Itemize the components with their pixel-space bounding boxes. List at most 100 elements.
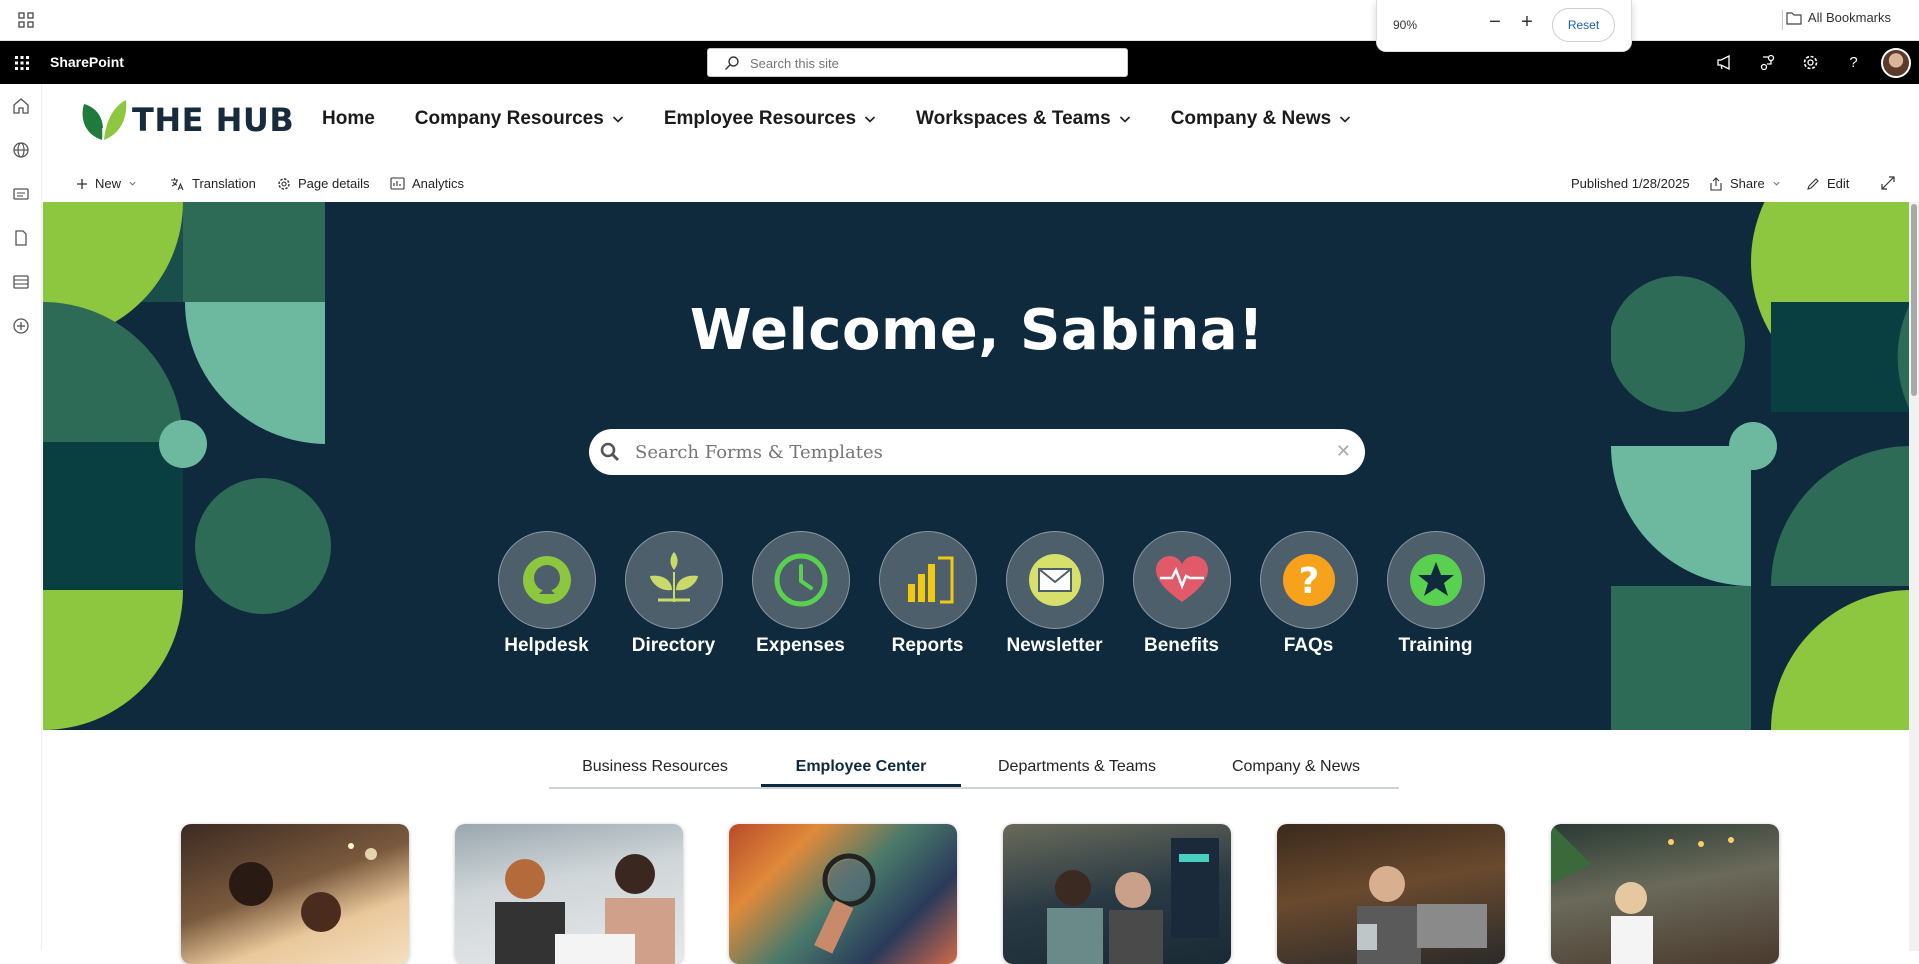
- zoom-out-button[interactable]: −: [1484, 12, 1506, 34]
- photo-people-icon: [1357, 866, 1487, 964]
- chevron-down-icon: [1119, 116, 1130, 123]
- globe-icon[interactable]: [12, 141, 30, 159]
- share-network-icon[interactable]: [1746, 41, 1789, 84]
- quick-link-training[interactable]: Training: [1372, 531, 1499, 657]
- page-scrollbar[interactable]: [1909, 202, 1919, 951]
- analytics-label: Analytics: [412, 176, 465, 191]
- sharepoint-title[interactable]: SharePoint: [50, 54, 124, 70]
- quick-link-expenses[interactable]: Expenses: [737, 531, 864, 657]
- helpdesk-icon: [497, 531, 596, 629]
- published-label: Published 1/28/2025: [1571, 176, 1690, 191]
- quick-link-faqs[interactable]: ? FAQs: [1245, 531, 1372, 657]
- page-details-label: Page details: [298, 176, 370, 191]
- resource-cards: [181, 824, 1779, 964]
- site-search-box[interactable]: [707, 48, 1128, 77]
- all-bookmarks-button[interactable]: All Bookmarks: [1786, 10, 1891, 25]
- clear-icon[interactable]: ✕: [1336, 441, 1351, 462]
- hero-decoration-right: [1611, 202, 1911, 730]
- page-details-button[interactable]: Page details: [277, 176, 370, 191]
- quick-link-newsletter[interactable]: Newsletter: [991, 531, 1118, 657]
- quick-link-label: FAQs: [1283, 635, 1334, 656]
- chevron-down-icon: [612, 116, 623, 123]
- edit-label: Edit: [1827, 176, 1850, 191]
- chevron-down-icon: [864, 116, 876, 123]
- chevron-down-icon: [1340, 116, 1351, 123]
- quick-link-label: Training: [1398, 635, 1473, 656]
- nav-item-workspaces-teams[interactable]: Workspaces & Teams: [916, 108, 1131, 130]
- new-button[interactable]: New: [76, 176, 137, 191]
- tab-employee-center[interactable]: Employee Center: [761, 755, 961, 787]
- site-logo[interactable]: THE HUB: [78, 98, 294, 142]
- photo-people-icon: [1551, 824, 1734, 964]
- avatar[interactable]: [1881, 47, 1911, 78]
- logo-text: THE HUB: [132, 101, 295, 139]
- tab-company-news[interactable]: Company & News: [1193, 755, 1399, 787]
- card-image-magnifier[interactable]: [729, 824, 957, 964]
- bookmarks-divider: [1782, 10, 1783, 30]
- command-bar: New Translation Page details Analytics P…: [42, 166, 1919, 204]
- card-image-study[interactable]: [455, 824, 683, 964]
- expand-icon: [1881, 176, 1895, 190]
- quick-links: Helpdesk Directory Expenses Reports Newslett…: [483, 531, 1499, 657]
- quick-link-label: Benefits: [1144, 635, 1219, 656]
- question-icon: ?: [1259, 531, 1358, 629]
- edit-button[interactable]: Edit: [1806, 176, 1849, 191]
- tab-business-resources[interactable]: Business Resources: [549, 755, 761, 787]
- card-image-meeting[interactable]: [1003, 824, 1231, 964]
- site-search-input[interactable]: [750, 53, 1110, 73]
- quick-link-benefits[interactable]: Benefits: [1118, 531, 1245, 657]
- search-icon: [725, 56, 739, 70]
- news-icon[interactable]: [12, 185, 30, 203]
- quick-link-label: Reports: [891, 635, 964, 656]
- zoom-in-button[interactable]: +: [1516, 12, 1538, 34]
- scrollbar-thumb[interactable]: [1911, 204, 1917, 396]
- help-icon[interactable]: ?: [1832, 41, 1875, 84]
- plus-icon: [77, 178, 87, 189]
- add-circle-icon[interactable]: [12, 317, 30, 335]
- nav-item-label: Home: [322, 108, 375, 129]
- nav-item-company-news[interactable]: Company & News: [1171, 108, 1351, 130]
- folder-icon: [1786, 11, 1802, 25]
- card-image-cafe-laptop[interactable]: [1277, 824, 1505, 964]
- zoom-level: 90%: [1393, 18, 1418, 32]
- hero-banner: Welcome, Sabina! ✕ Helpdesk Directory Expe…: [43, 202, 1911, 730]
- chevron-down-icon: [129, 181, 136, 186]
- nav-item-company-resources[interactable]: Company Resources: [415, 108, 624, 130]
- nav-item-home[interactable]: Home: [322, 108, 375, 130]
- quick-link-helpdesk[interactable]: Helpdesk: [483, 531, 610, 657]
- forms-search-input[interactable]: [635, 440, 1295, 464]
- magnifier-icon: [814, 853, 876, 954]
- translation-button[interactable]: Translation: [170, 176, 256, 191]
- leaf-logo-icon: [82, 100, 127, 140]
- quick-link-reports[interactable]: Reports: [864, 531, 991, 657]
- quick-link-label: Helpdesk: [504, 635, 589, 656]
- megaphone-icon[interactable]: [1703, 41, 1746, 84]
- tab-departments-teams[interactable]: Departments & Teams: [961, 755, 1193, 787]
- card-image-coffee-shop[interactable]: [1551, 824, 1779, 964]
- quick-link-label: Expenses: [756, 635, 845, 656]
- list-icon[interactable]: [12, 273, 30, 291]
- welcome-title: Welcome, Sabina!: [689, 298, 1265, 363]
- translation-label: Translation: [192, 176, 256, 191]
- apps-icon[interactable]: [18, 12, 34, 28]
- all-bookmarks-label: All Bookmarks: [1807, 10, 1891, 25]
- nav-item-label: Company Resources: [414, 108, 604, 129]
- app-launcher-icon[interactable]: [14, 55, 30, 71]
- new-label: New: [95, 176, 122, 191]
- analytics-button[interactable]: Analytics: [390, 176, 464, 191]
- document-icon[interactable]: [12, 229, 30, 247]
- clock-icon: [751, 531, 850, 629]
- share-button[interactable]: Share: [1709, 176, 1781, 191]
- quick-link-directory[interactable]: Directory: [610, 531, 737, 657]
- nav-item-label: Workspaces & Teams: [916, 108, 1111, 129]
- nav-item-employee-resources[interactable]: Employee Resources: [664, 108, 876, 130]
- site-header: THE HUB Home Company Resources Employee Re…: [42, 84, 1919, 166]
- home-icon[interactable]: [12, 97, 30, 115]
- gear-icon[interactable]: [1789, 41, 1832, 84]
- forms-search-box[interactable]: ✕: [589, 429, 1365, 475]
- card-image-family[interactable]: [181, 824, 409, 964]
- expand-button[interactable]: [1881, 176, 1895, 190]
- zoom-reset-button[interactable]: Reset: [1552, 8, 1615, 42]
- star-icon: [1386, 531, 1485, 629]
- photo-people-icon: [229, 843, 377, 932]
